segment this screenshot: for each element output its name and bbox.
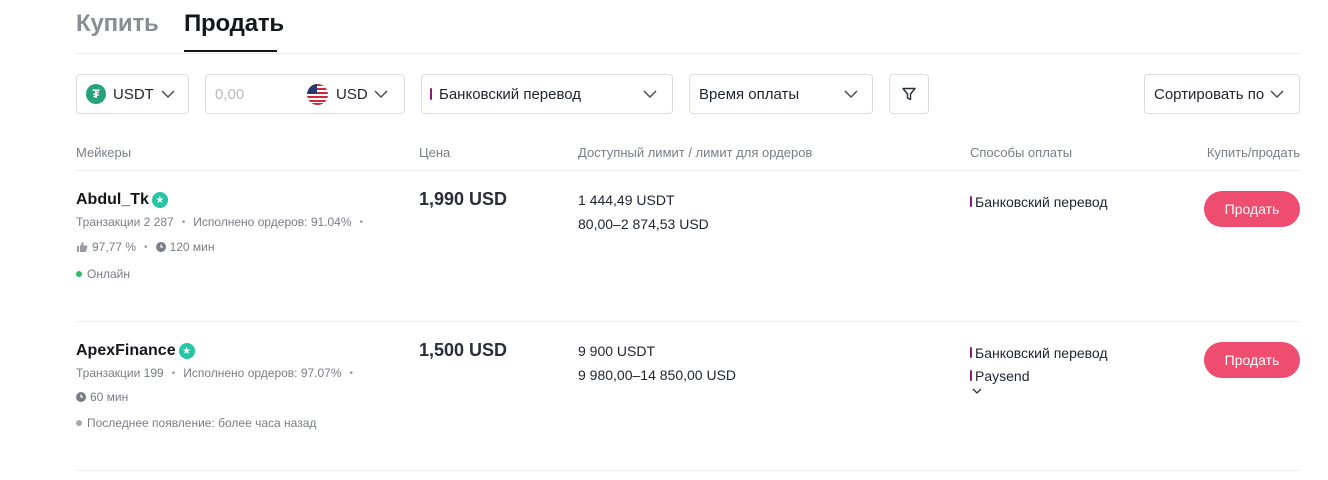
method-color-bar <box>970 196 972 207</box>
method-color-bar <box>970 347 972 358</box>
crypto-select-value: USDT <box>113 85 154 103</box>
crypto-select[interactable]: ₮ USDT <box>76 74 189 114</box>
payment-methods: Банковский перевод Paysend <box>970 342 1108 395</box>
chevron-down-icon <box>643 90 657 99</box>
maker-stats: Транзакции 199 • Исполнено ордеров: 97.0… <box>76 366 361 380</box>
currency-select-value[interactable]: USD <box>336 86 368 103</box>
chevron-down-icon <box>1270 90 1284 99</box>
payment-method-label: Банковский перевод <box>975 345 1108 361</box>
filter-bar: ₮ USDT USD Банковский перевод Время опла… <box>0 74 1328 114</box>
offer-price: 1,990 USD <box>419 189 508 209</box>
filter-icon <box>902 87 916 101</box>
status-text: Последнее появление: более часа назад <box>87 416 317 430</box>
transactions-count: Транзакции 2 287 <box>76 215 174 229</box>
offer-price: 1,500 USD <box>419 340 508 360</box>
payment-time: 60 мин <box>90 390 129 404</box>
verified-badge-icon: ★ <box>151 192 168 208</box>
sell-button[interactable]: Продать <box>1204 342 1300 378</box>
payment-method-label: Банковский перевод <box>975 194 1108 210</box>
online-status-dot <box>76 271 82 277</box>
column-action: Купить/продать <box>1206 145 1300 160</box>
maker-status: Последнее появление: более часа назад <box>76 416 316 430</box>
maker-stats-2: 97,77 % • 120 мин <box>76 240 215 254</box>
payment-time-value: Время оплаты <box>699 85 800 103</box>
separator-dot: • <box>171 367 176 379</box>
active-tab-indicator <box>184 50 277 52</box>
table-row: ApexFinance ★ Транзакции 199 • Исполнено… <box>0 322 1328 470</box>
us-flag-icon <box>307 84 328 105</box>
table-row: Abdul_Tk ★ Транзакции 2 287 • Исполнено … <box>0 171 1328 321</box>
separator-dot: • <box>144 241 148 253</box>
chevron-down-icon <box>374 90 388 99</box>
status-text: Онлайн <box>87 267 130 281</box>
payment-time-select[interactable]: Время оплаты <box>689 74 873 114</box>
maker-name[interactable]: ApexFinance <box>76 342 176 360</box>
separator-dot: • <box>349 367 354 379</box>
clock-icon <box>76 392 86 402</box>
column-methods: Способы оплаты <box>970 145 1073 160</box>
transactions-count: Транзакции 199 <box>76 366 164 380</box>
payment-method-value: Банковский перевод <box>439 85 582 103</box>
chevron-down-icon <box>844 90 858 99</box>
maker-name[interactable]: Abdul_Tk <box>76 191 149 209</box>
maker-name-row: ApexFinance ★ <box>76 342 195 360</box>
row-divider <box>76 470 1300 471</box>
column-makers: Мейкеры <box>76 145 132 160</box>
order-limit: 9 980,00–14 850,00 USD <box>578 367 737 383</box>
maker-name-row: Abdul_Tk ★ <box>76 191 168 209</box>
maker-stats: Транзакции 2 287 • Исполнено ордеров: 91… <box>76 215 371 229</box>
sell-button[interactable]: Продать <box>1204 191 1300 227</box>
trade-tabs: Купить Продать <box>76 0 1300 54</box>
payment-method-item: Банковский перевод <box>970 191 1108 214</box>
payment-method-item: Банковский перевод <box>970 342 1108 365</box>
separator-dot: • <box>181 216 186 228</box>
offer-limits: 9 900 USDT 9 980,00–14 850,00 USD <box>578 339 736 387</box>
tether-icon: ₮ <box>86 84 106 104</box>
amount-input[interactable] <box>215 85 305 103</box>
positive-rating: 97,77 % <box>92 240 137 254</box>
clock-icon <box>155 242 166 252</box>
separator-dot: • <box>359 216 364 228</box>
offer-limits: 1 444,49 USDT 80,00–2 874,53 USD <box>578 188 709 236</box>
thumbs-up-icon <box>77 242 88 252</box>
tab-buy[interactable]: Купить <box>76 10 159 38</box>
amount-field[interactable]: USD <box>205 74 405 114</box>
method-color-bar <box>970 370 972 381</box>
verified-badge-icon: ★ <box>178 343 195 359</box>
maker-stats-2: 60 мин <box>76 390 128 404</box>
completion-rate: Исполнено ордеров: 91.04% <box>193 215 352 229</box>
completion-rate: Исполнено ордеров: 97.07% <box>183 366 342 380</box>
offline-status-dot <box>76 420 82 426</box>
column-limit: Доступный лимит / лимит для ордеров <box>578 145 813 160</box>
maker-status: Онлайн <box>76 267 130 281</box>
order-limit: 80,00–2 874,53 USD <box>578 216 709 232</box>
chevron-down-icon <box>161 90 175 99</box>
column-price: Цена <box>419 145 451 160</box>
filter-button[interactable] <box>889 74 929 114</box>
sort-select-value: Сортировать по <box>1154 85 1265 103</box>
available-amount: 1 444,49 USDT <box>578 192 675 208</box>
method-color-bar <box>430 88 432 100</box>
sort-select[interactable]: Сортировать по <box>1144 74 1300 114</box>
tab-sell[interactable]: Продать <box>184 10 284 38</box>
payment-method-label: Paysend <box>975 368 1030 384</box>
payment-time: 120 мин <box>169 240 215 254</box>
expand-methods-chevron-icon[interactable] <box>972 387 982 395</box>
payment-method-item: Paysend <box>970 365 1108 388</box>
payment-methods: Банковский перевод <box>970 191 1108 214</box>
available-amount: 9 900 USDT <box>578 343 656 359</box>
payment-method-select[interactable]: Банковский перевод <box>421 74 673 114</box>
